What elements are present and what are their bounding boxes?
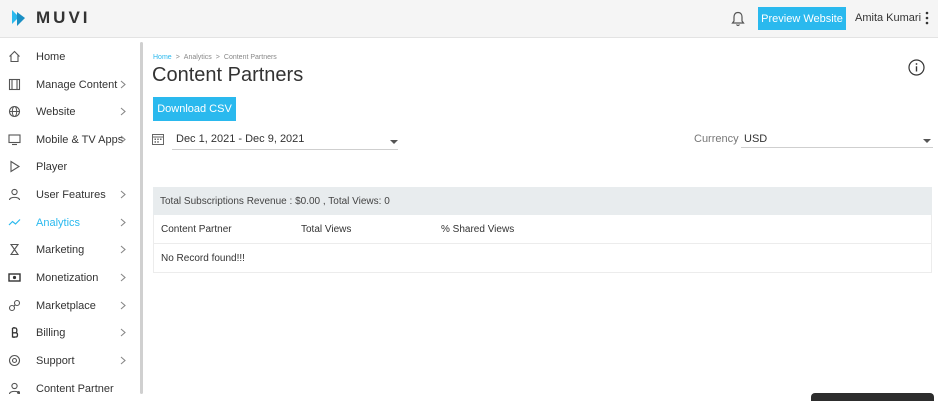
muvi-logo[interactable]: MUVI [10,8,91,28]
chevron-right-icon [120,107,126,116]
user-name[interactable]: Amita Kumari [855,12,921,24]
sidebar-item-label: Content Partner [36,382,114,395]
info-icon[interactable] [908,59,925,76]
sidebar-item-monetization[interactable]: Monetization [0,264,140,291]
chevron-right-icon [120,190,126,199]
chevron-down-icon [390,140,398,144]
currency-select[interactable]: USD [741,128,933,148]
logo-text: MUVI [36,8,91,27]
chevron-right-icon [120,245,126,254]
money-icon [8,273,21,282]
date-range-select[interactable]: Dec 1, 2021 - Dec 9, 2021 [172,128,398,150]
chevron-down-icon [923,139,931,143]
page-title: Content Partners [152,64,304,86]
currency-label: Currency [694,133,739,145]
sidebar-item-home[interactable]: Home [0,43,140,70]
sidebar-item-label: Marketplace [36,299,96,312]
sidebar-item-label: Marketing [36,243,85,256]
sidebar-item-label: Player [36,160,68,173]
breadcrumb-current: Content Partners [223,54,277,61]
sidebar-item-content-partner[interactable]: Content Partner [0,375,140,401]
summary-bar: Total Subscriptions Revenue : $0.00 , To… [153,187,932,215]
sidebar-item-manage-content[interactable]: Manage Content [0,71,140,98]
column-header-shared-views: % Shared Views [441,224,515,235]
sidebar-item-billing[interactable]: Billing [0,319,140,346]
chevron-right-icon [120,301,126,310]
top-header: MUVI Preview Website Amita Kumari [0,0,938,38]
sidebar-item-user-features[interactable]: User Features [0,181,140,208]
column-header-total-views: Total Views [301,224,352,235]
chat-widget-tab[interactable] [811,393,934,401]
chevron-right-icon [120,356,126,365]
link-icon [8,299,21,312]
sidebar-item-analytics[interactable]: Analytics [0,209,140,236]
sidebar-item-label: User Features [36,188,106,201]
sidebar-scrollbar[interactable] [140,42,143,394]
sidebar-item-label: Billing [36,326,66,339]
breadcrumb-home-link[interactable]: Home [153,54,172,61]
support-icon [8,354,21,367]
muvi-logo-icon [12,10,25,26]
sidebar-item-website[interactable]: Website [0,98,140,125]
sidebar-item-label: Monetization [36,271,99,284]
breadcrumb-separator: > [215,54,220,61]
column-header-content-partner: Content Partner [161,224,232,235]
sidebar-item-label: Mobile & TV Apps [36,133,124,146]
kebab-menu-icon[interactable] [925,11,929,25]
sidebar-item-marketing[interactable]: Marketing [0,236,140,263]
sidebar-item-label: Home [36,50,66,63]
hourglass-icon [9,243,20,256]
home-icon [9,50,20,63]
partner-icon [8,382,21,395]
table-header-row: Content Partner Total Views % Shared Vie… [154,215,931,244]
calendar-icon[interactable] [152,133,164,145]
monitor-icon [8,134,21,146]
analytics-icon [8,219,21,226]
content-partner-table: Content Partner Total Views % Shared Vie… [153,215,932,273]
sidebar: Home Manage Content Website Mobile & TV … [0,39,140,401]
empty-table-message: No Record found!!! [161,253,245,264]
sidebar-item-label: Analytics [36,216,81,229]
chevron-right-icon [120,135,126,144]
sidebar-item-label: Manage Content [36,78,118,91]
preview-website-button[interactable]: Preview Website [758,7,846,30]
sidebar-item-label: Support [36,354,75,367]
date-range-value: Dec 1, 2021 - Dec 9, 2021 [176,133,305,145]
user-icon [8,188,21,201]
sidebar-item-player[interactable]: Player [0,153,140,180]
breadcrumb-analytics[interactable]: Analytics [184,54,212,61]
sidebar-item-label: Website [36,105,76,118]
play-icon [10,160,21,173]
film-icon [8,78,21,91]
breadcrumb: Home > Analytics > Content Partners [153,54,277,61]
sidebar-item-mobile-tv-apps[interactable]: Mobile & TV Apps [0,126,140,153]
breadcrumb-separator: > [175,54,180,61]
bitcoin-icon [11,327,19,338]
chevron-right-icon [120,80,126,89]
chevron-right-icon [120,328,126,337]
chevron-right-icon [120,218,126,227]
sidebar-item-marketplace[interactable]: Marketplace [0,292,140,319]
bell-icon[interactable] [731,11,745,27]
globe-icon [8,105,21,118]
download-csv-button[interactable]: Download CSV [153,97,236,121]
chevron-right-icon [120,273,126,282]
sidebar-item-support[interactable]: Support [0,347,140,374]
currency-value: USD [744,133,768,145]
